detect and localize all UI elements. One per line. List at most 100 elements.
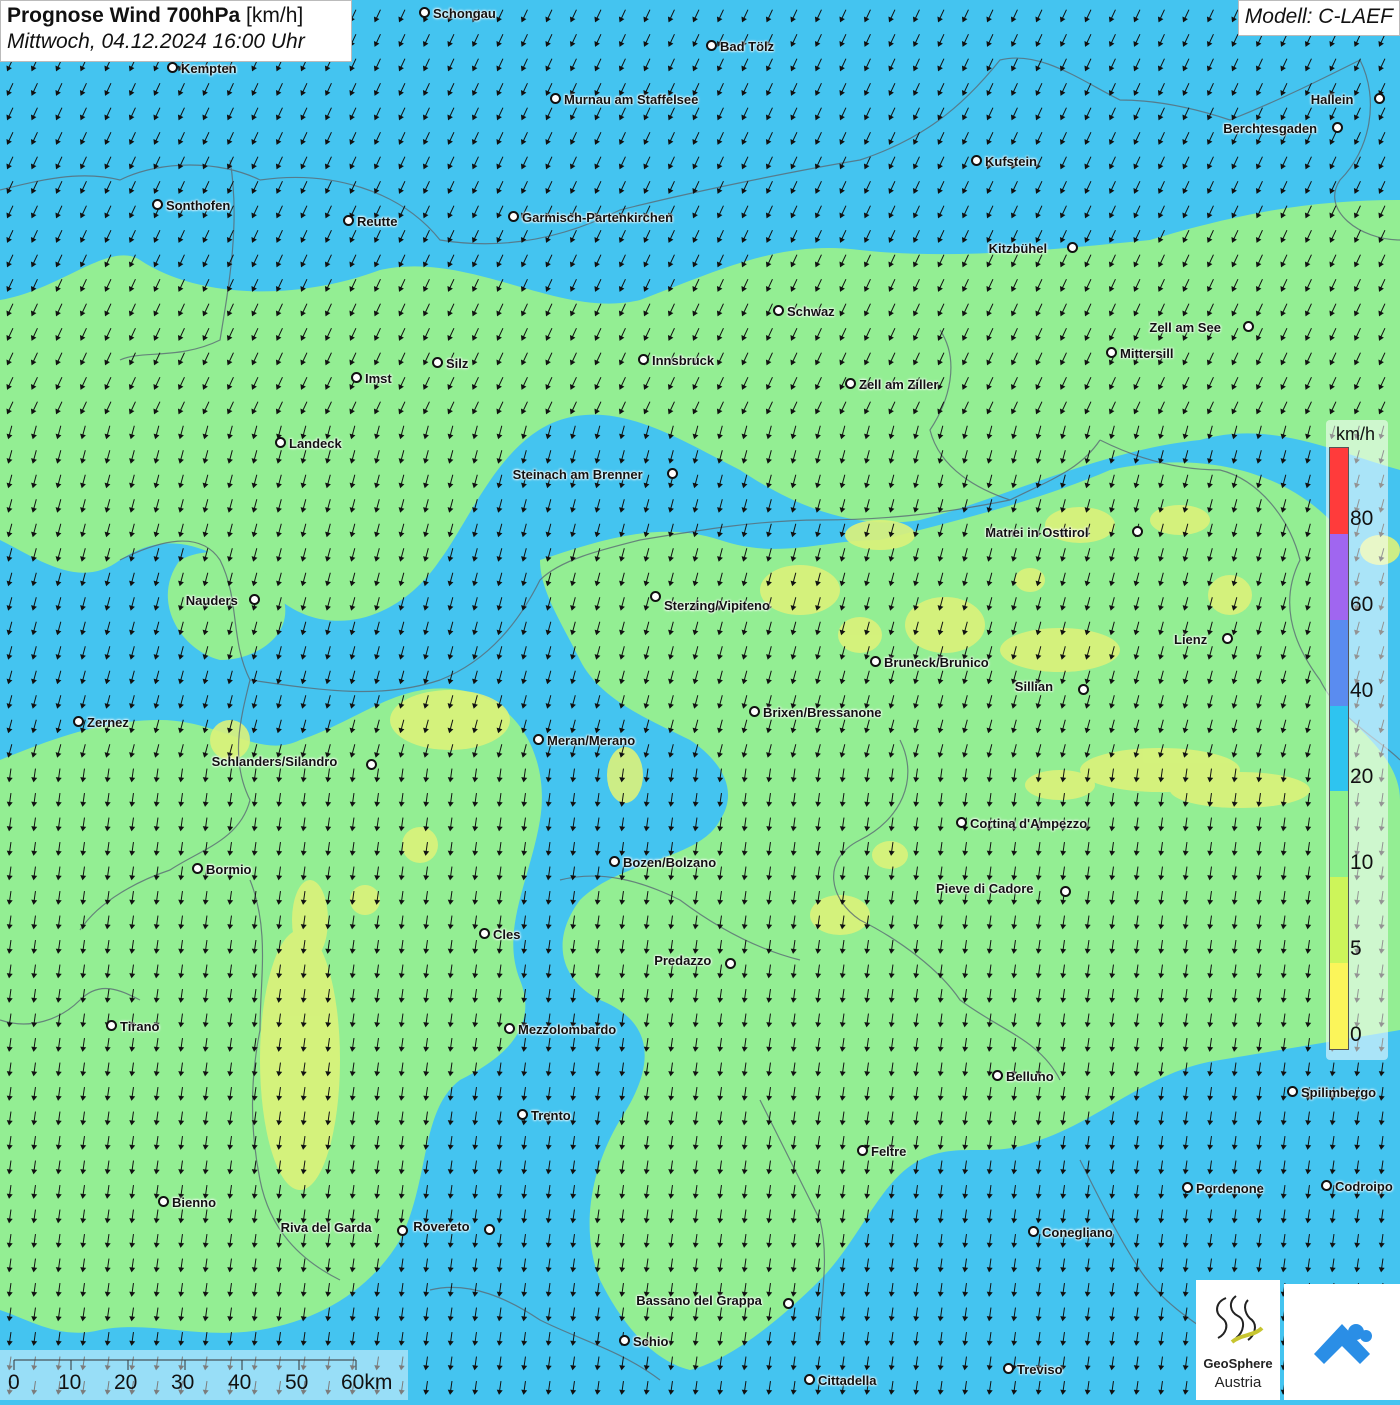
- city-dot-icon: [396, 1225, 408, 1236]
- city-dot-icon: [152, 199, 163, 210]
- city-dot-icon: [550, 93, 561, 104]
- scale-tick-label: 40: [228, 1371, 252, 1394]
- city-label: Mezzolombardo: [518, 1022, 617, 1037]
- city-marker: Zell am See: [1149, 321, 1254, 335]
- city-marker: Hallein: [1311, 93, 1385, 107]
- city-dot-icon: [1106, 347, 1117, 358]
- city-label: Trento: [531, 1108, 571, 1123]
- city-label: Meran/Merano: [547, 733, 636, 748]
- city-dot-icon: [1028, 1226, 1039, 1237]
- city-dot-icon: [870, 656, 881, 667]
- city-marker: Brixen/Bressanone: [749, 706, 882, 720]
- city-dot-icon: [845, 378, 856, 389]
- scale-tick-label: 20: [114, 1371, 138, 1394]
- city-marker: Treviso: [1003, 1363, 1063, 1377]
- city-marker: Silz: [432, 357, 468, 371]
- map-title-main: Prognose Wind 700hPa: [7, 4, 241, 27]
- city-dot-icon: [419, 7, 430, 18]
- city-marker: Zernez: [73, 716, 129, 730]
- city-label: Riva del Garda: [280, 1220, 372, 1235]
- city-dot-icon: [749, 706, 760, 717]
- city-dot-icon: [1222, 633, 1233, 644]
- city-marker: Lienz: [1174, 632, 1233, 647]
- city-dot-icon: [666, 468, 678, 479]
- city-marker: Conegliano: [1028, 1226, 1113, 1240]
- legend-segment: [1330, 963, 1348, 1050]
- city-label: Kufstein: [985, 154, 1037, 169]
- city-label: Steinach am Brenner: [512, 467, 643, 482]
- city-label: Berchtesgaden: [1223, 121, 1318, 136]
- city-marker: Meran/Merano: [533, 734, 635, 748]
- city-dot-icon: [724, 958, 736, 969]
- city-dot-icon: [804, 1374, 815, 1385]
- city-label: Belluno: [1006, 1069, 1054, 1084]
- city-dot-icon: [1060, 886, 1071, 897]
- city-label: Brixen/Bressanone: [763, 705, 882, 720]
- city-marker: Bassano del Grappa: [636, 1293, 794, 1309]
- geosphere-mark-icon: [1216, 1295, 1264, 1344]
- city-label: Innsbruck: [652, 353, 715, 368]
- city-dot-icon: [971, 155, 982, 166]
- legend-tick-label: 60: [1350, 593, 1374, 616]
- legend-tick-label: 80: [1350, 507, 1374, 530]
- map-title-unit: [km/h]: [246, 4, 304, 27]
- city-dot-icon: [992, 1070, 1003, 1081]
- city-marker: Steinach am Brenner: [512, 467, 678, 482]
- scale-tick-label: 60km: [341, 1371, 393, 1394]
- city-label: Kempten: [181, 61, 237, 76]
- city-marker: Nauders: [186, 594, 260, 608]
- city-dot-icon: [1077, 684, 1089, 695]
- legend-unit: km/h: [1336, 424, 1376, 444]
- city-label: Cittadella: [818, 1373, 877, 1388]
- city-dot-icon: [650, 591, 661, 602]
- city-dot-icon: [638, 354, 649, 365]
- city-dot-icon: [1003, 1363, 1014, 1374]
- city-marker: Kufstein: [971, 155, 1037, 169]
- city-marker: Sonthofen: [152, 199, 230, 213]
- city-marker: Sillian: [1014, 679, 1089, 695]
- city-label: Rovereto: [413, 1219, 470, 1234]
- city-dot-icon: [1182, 1182, 1193, 1193]
- city-marker: Pieve di Cadore: [936, 882, 1071, 897]
- legend-segment: [1330, 877, 1348, 964]
- city-label: Schongau: [433, 6, 496, 21]
- legend-colorbar: [1329, 447, 1349, 1050]
- city-marker: Cles: [479, 928, 520, 942]
- map-title: Prognose Wind 700hPa [km/h]: [7, 4, 345, 28]
- city-label: Silz: [446, 356, 469, 371]
- city-dot-icon: [508, 211, 519, 222]
- city-label: Mittersill: [1120, 346, 1174, 361]
- scale-tick-label: 50: [285, 1371, 309, 1394]
- city-marker: Schio: [619, 1335, 668, 1349]
- scale-tick-label: 10: [58, 1371, 82, 1394]
- city-marker: Bienno: [158, 1196, 216, 1210]
- city-dot-icon: [343, 215, 354, 226]
- city-marker: Kitzbühel: [988, 241, 1078, 256]
- city-label: Kitzbühel: [988, 241, 1048, 256]
- city-marker: Imst: [351, 372, 392, 386]
- city-marker: Schongau: [419, 7, 496, 21]
- city-label: Feltre: [871, 1144, 907, 1159]
- city-label: Treviso: [1017, 1362, 1063, 1377]
- city-label: Bassano del Grappa: [636, 1293, 762, 1308]
- legend-tick-label: 20: [1350, 765, 1374, 788]
- city-label: Lienz: [1174, 632, 1208, 647]
- city-label: Sonthofen: [166, 198, 231, 213]
- cloud-arrow-icon: [1314, 1324, 1372, 1364]
- city-dot-icon: [479, 928, 490, 939]
- city-label: Zernez: [87, 715, 129, 730]
- city-label: Tirano: [120, 1019, 160, 1034]
- city-dot-icon: [619, 1335, 630, 1346]
- city-label: Bormio: [206, 862, 252, 877]
- city-marker: Feltre: [857, 1145, 906, 1159]
- city-marker: Bozen/Bolzano: [609, 856, 716, 870]
- city-label: Reutte: [357, 214, 398, 229]
- map-title-box: Prognose Wind 700hPa [km/h] Mittwoch, 04…: [0, 0, 352, 62]
- city-marker: Matrei in Osttirol: [985, 526, 1143, 540]
- city-dot-icon: [1373, 93, 1385, 104]
- city-label: Sillian: [1014, 679, 1054, 694]
- city-dot-icon: [192, 863, 203, 874]
- geosphere-text: GeoSphere: [1203, 1356, 1273, 1371]
- city-dot-icon: [73, 716, 84, 727]
- legend-segment: [1330, 705, 1348, 792]
